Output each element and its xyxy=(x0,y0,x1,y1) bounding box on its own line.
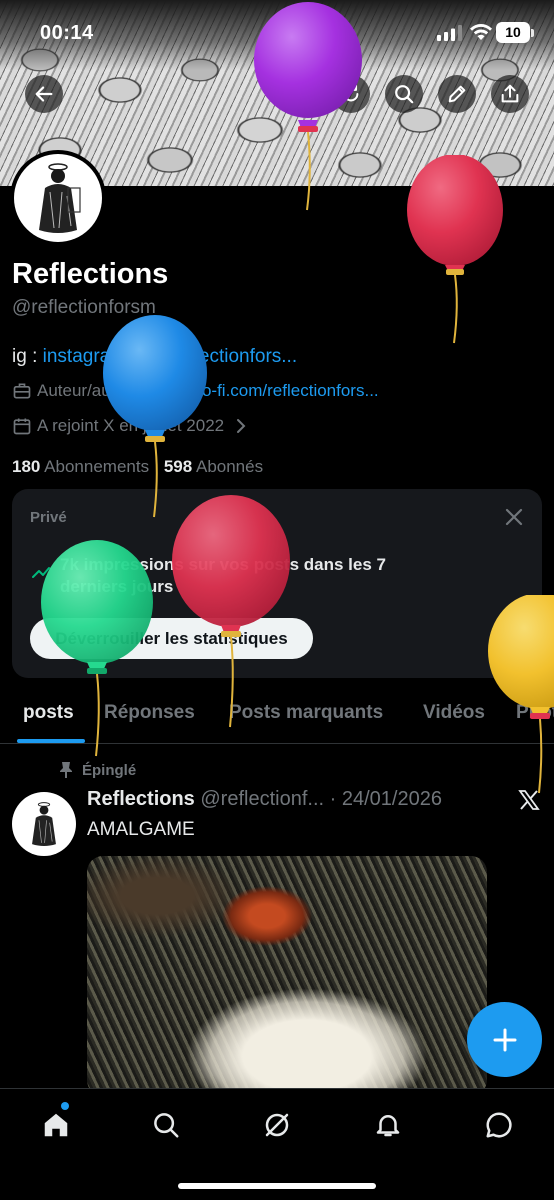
pin-icon xyxy=(60,762,72,778)
nav-notifications[interactable] xyxy=(368,1107,408,1143)
blue-balloon xyxy=(103,315,207,518)
nav-grok[interactable] xyxy=(257,1107,297,1143)
profile-avatar[interactable] xyxy=(10,150,106,246)
post-author-avatar[interactable] xyxy=(12,792,76,856)
post-author-name[interactable]: Reflections xyxy=(87,788,195,810)
search-icon xyxy=(395,85,414,104)
nav-home[interactable] xyxy=(36,1107,76,1143)
battery-nub xyxy=(531,29,534,37)
search-icon xyxy=(154,1113,179,1138)
chat-icon xyxy=(486,1112,512,1138)
pencil-icon xyxy=(448,85,466,103)
following-count: 180 xyxy=(12,457,41,476)
back-button[interactable] xyxy=(25,75,63,113)
green-balloon xyxy=(41,540,153,757)
nav-search[interactable] xyxy=(146,1107,186,1143)
calendar-icon xyxy=(13,418,31,435)
post-text: AMALGAME xyxy=(87,819,195,840)
close-icon[interactable] xyxy=(502,505,526,529)
wifi-icon xyxy=(470,24,492,40)
red-balloon xyxy=(407,155,503,344)
plus-icon xyxy=(493,1028,516,1051)
home-notification-dot xyxy=(61,1102,69,1110)
chevron-right-icon xyxy=(237,419,246,433)
post-author-handle: @reflectionf... xyxy=(200,788,325,810)
battery-indicator: 10 xyxy=(496,22,530,43)
search-button[interactable] xyxy=(385,75,423,113)
briefcase-icon xyxy=(13,383,31,399)
tab-videos[interactable]: Vidéos xyxy=(423,702,485,724)
yellow-balloon xyxy=(488,595,554,794)
post-separator: · xyxy=(329,788,337,810)
bio-prefix: ig : xyxy=(12,346,43,367)
bell-icon xyxy=(376,1115,400,1137)
purple-balloon xyxy=(254,2,362,211)
compose-button[interactable] xyxy=(467,1002,542,1077)
pinned-label: Épinglé xyxy=(82,761,137,779)
avatar-drawing xyxy=(39,163,81,233)
grok-icon xyxy=(265,1113,289,1137)
nav-messages[interactable] xyxy=(479,1107,519,1143)
pinned-indicator: Épinglé xyxy=(58,761,136,779)
profile-display-name: Reflections xyxy=(12,258,169,290)
share-button[interactable] xyxy=(491,75,529,113)
home-icon xyxy=(44,1113,68,1137)
avatar-drawing xyxy=(32,802,56,846)
post-image[interactable] xyxy=(87,856,487,1096)
edit-button[interactable] xyxy=(438,75,476,113)
cellular-signal-icon xyxy=(437,25,462,41)
red-balloon xyxy=(172,495,290,728)
arrow-left-icon xyxy=(35,86,53,102)
post-header: Reflections @reflectionf... · 24/01/2026 xyxy=(87,788,442,811)
home-indicator-bar xyxy=(178,1183,376,1189)
card-private-label: Privé xyxy=(30,509,67,526)
post-date: 24/01/2026 xyxy=(341,788,442,810)
profile-website-link[interactable]: ko-fi.com/reflectionfors... xyxy=(193,381,378,401)
share-icon xyxy=(501,84,519,103)
avatar-image xyxy=(14,154,102,242)
clock: 00:14 xyxy=(40,22,94,44)
